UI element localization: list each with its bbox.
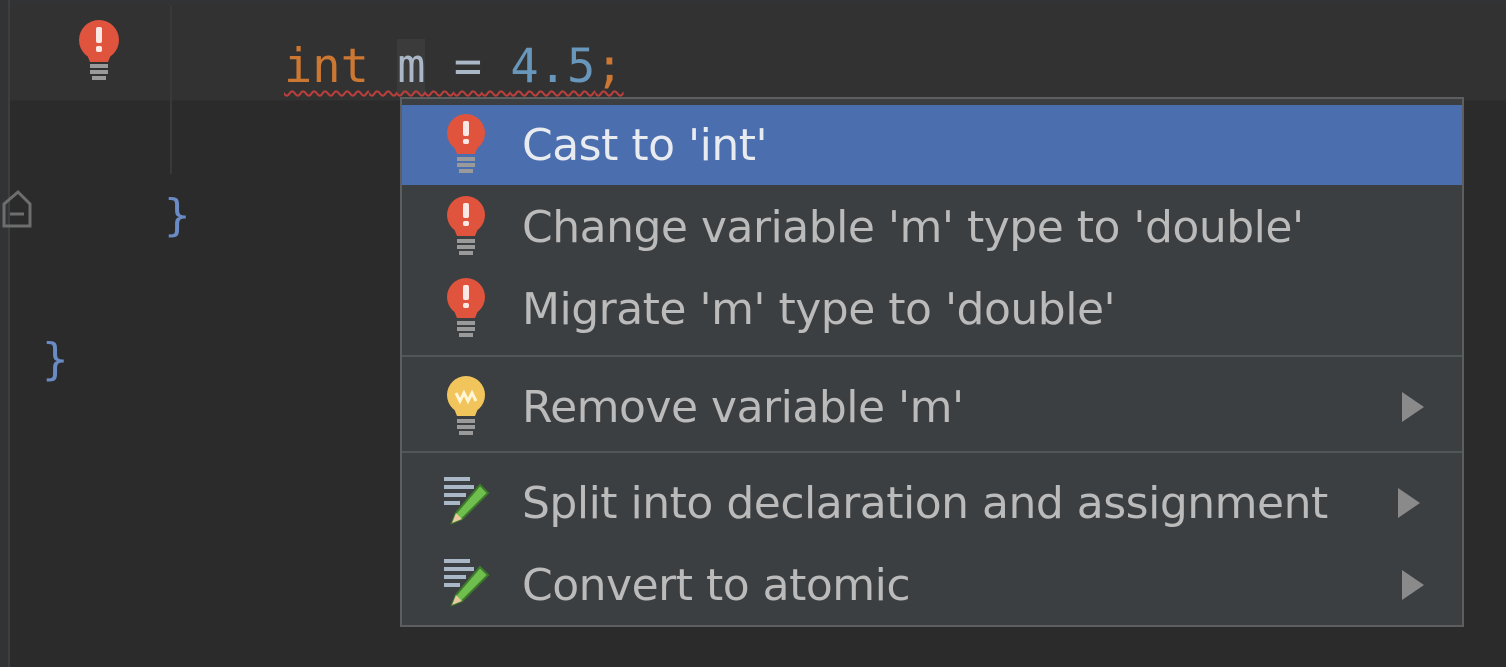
pencil-icon [444,477,490,525]
menu-item-migrate-type-to-double[interactable]: Migrate 'm' type to 'double' [402,269,1462,349]
code-line[interactable]: int m = 4.5; [284,34,624,100]
menu-item-change-type-to-double[interactable]: Change variable 'm' type to 'double' [402,187,1462,267]
indent-guide [170,6,172,174]
error-statement[interactable]: int m = 4.5; [284,39,624,94]
number-token: 4.5 [510,39,596,94]
red-bulb-icon [447,114,485,173]
intention-actions-popup[interactable]: Cast to 'int' Change variable 'm' type t… [400,97,1464,627]
current-line-highlight [10,6,1506,101]
submenu-arrow-icon[interactable] [1402,570,1424,600]
fold-marker-icon[interactable] [0,186,34,232]
menu-item-label: Change variable 'm' type to 'double' [522,201,1304,253]
editor-gutter-edge [0,0,10,667]
closing-brace-inner: } [164,190,191,241]
menu-item-split-declaration[interactable]: Split into declaration and assignment [402,463,1462,543]
menu-item-remove-variable[interactable]: Remove variable 'm' [402,367,1462,447]
menu-item-label: Convert to atomic [522,559,911,611]
variable-token: m [397,39,426,94]
submenu-arrow-icon[interactable] [1402,392,1424,422]
operator-token: = [453,39,483,94]
code-editor[interactable]: int m = 4.5; } } Cast to 'int' Change va… [0,0,1506,667]
submenu-arrow-icon[interactable] [1398,488,1420,518]
yellow-bulb-icon [447,376,485,435]
red-bulb-icon [447,278,485,337]
pencil-icon [444,559,490,607]
menu-separator [402,355,1462,357]
closing-brace-outer: } [42,334,69,385]
menu-item-label: Remove variable 'm' [522,381,964,433]
menu-item-label: Migrate 'm' type to 'double' [522,283,1116,335]
menu-separator [402,451,1462,453]
keyword-token: int [284,39,369,94]
error-bulb-icon[interactable] [74,18,124,84]
red-bulb-icon [447,196,485,255]
semicolon-token: ; [595,39,624,94]
menu-item-label: Split into declaration and assignment [522,477,1328,529]
menu-item-convert-to-atomic[interactable]: Convert to atomic [402,545,1462,625]
menu-item-label: Cast to 'int' [522,119,768,171]
menu-item-cast-to-int[interactable]: Cast to 'int' [402,105,1462,185]
